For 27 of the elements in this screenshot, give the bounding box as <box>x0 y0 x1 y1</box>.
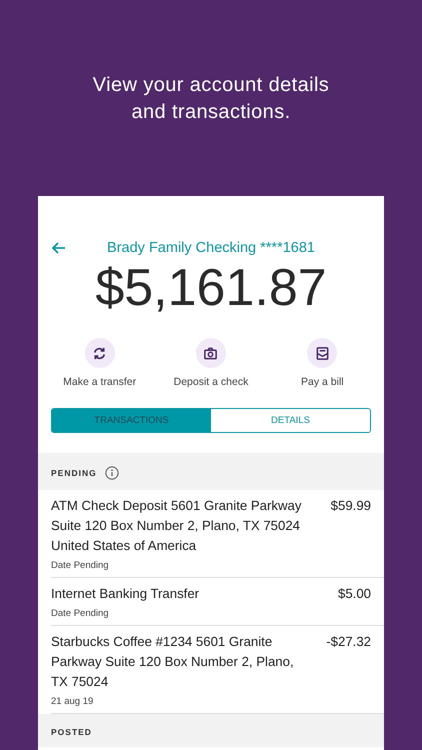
action-button[interactable] <box>307 338 338 368</box>
transaction-date: 21 aug 19 <box>51 696 94 707</box>
action-label[interactable]: Pay a bill <box>301 376 344 388</box>
transaction-date: Date Pending <box>51 608 110 619</box>
envelope-icon <box>314 346 330 360</box>
transaction-date: Date Pending <box>51 560 110 571</box>
action-button[interactable] <box>84 338 115 368</box>
action-button[interactable] <box>196 338 226 368</box>
transaction-row[interactable]: Internet Banking Transfer $5.00 Date Pending <box>51 578 384 626</box>
section-title: POSTED <box>51 727 92 737</box>
transaction-row[interactable]: ATM Check Deposit 5601 Granite Parkway Suite 120 Box Number 2, Plano, TX 75024 United States of America $59.99 Date Pending <box>51 490 384 578</box>
back-arrow-icon[interactable] <box>51 240 67 256</box>
action-label[interactable]: Deposit a check <box>174 376 248 388</box>
transaction-amount: $5.00 <box>338 585 371 603</box>
caption: View your account details and transactions. <box>92 73 330 125</box>
transaction-description: Starbucks Coffee #1234 5601 Granite Parkway Suite 120 Box Number 2, Plano, TX 75024 <box>51 633 295 691</box>
transaction-amount: -$27.32 <box>326 633 371 651</box>
transaction-amount: $59.99 <box>330 497 371 515</box>
info-icon[interactable] <box>104 466 119 480</box>
transaction-description: Internet Banking Transfer <box>51 585 200 603</box>
account-balance: $5,161.87 <box>94 258 328 318</box>
camera-icon <box>203 346 218 360</box>
transaction-description: ATM Check Deposit 5601 Granite Parkway Suite 120 Box Number 2, Plano, TX 75024 United States of America <box>51 497 302 555</box>
section-title: PENDING <box>51 468 97 478</box>
action-label[interactable]: Make a transfer <box>63 376 136 388</box>
account-name: Brady Family Checking ****1681 <box>106 240 316 256</box>
refresh-arrows-icon <box>92 346 108 360</box>
